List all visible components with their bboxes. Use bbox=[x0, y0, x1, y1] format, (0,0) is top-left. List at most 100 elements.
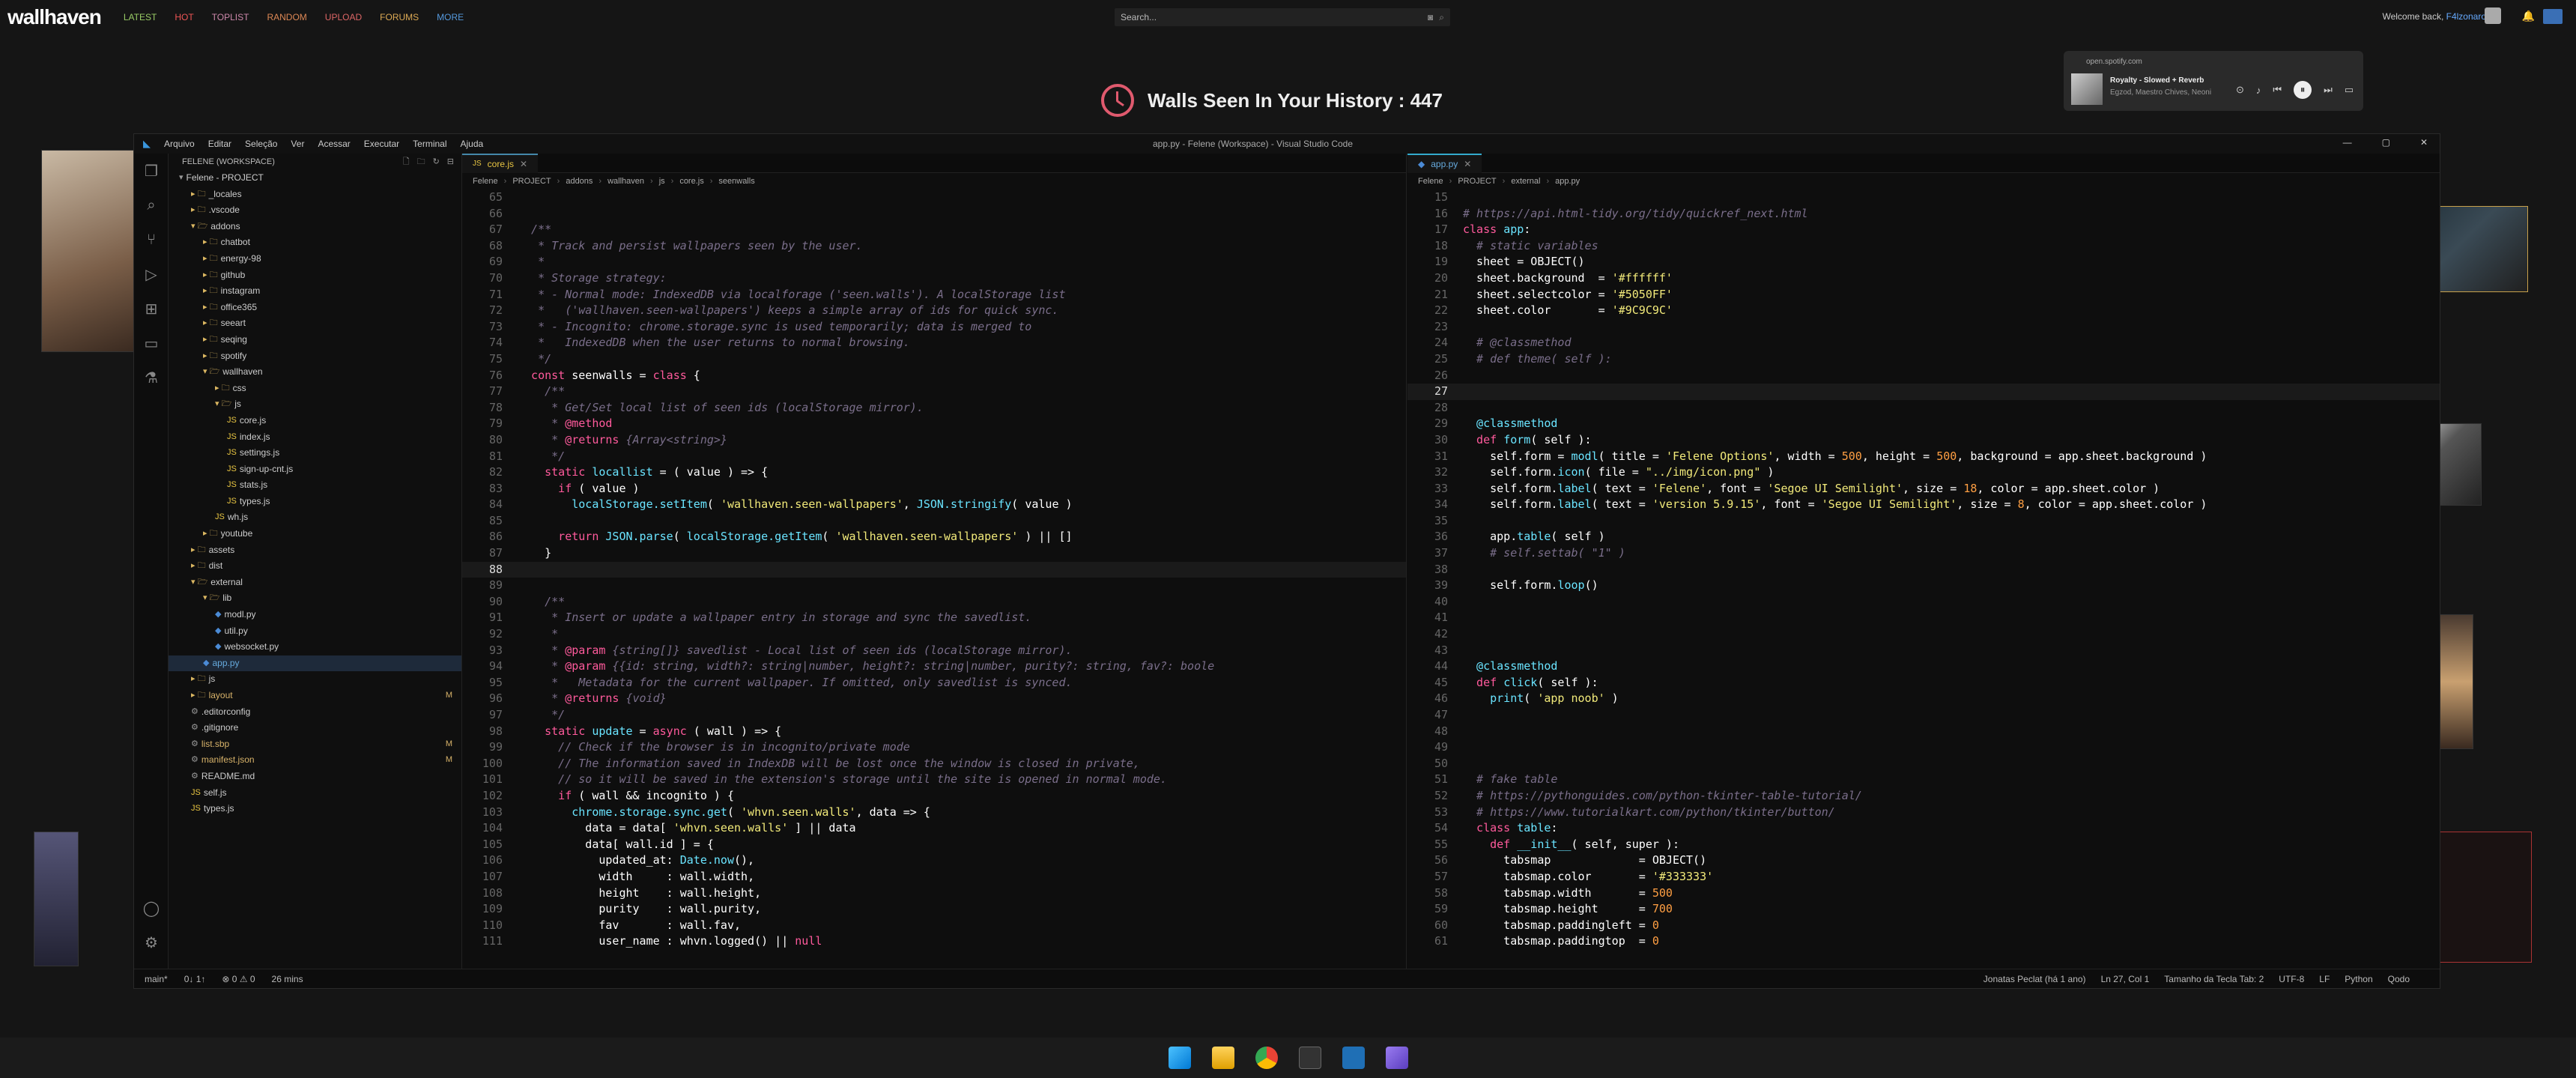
search-icon[interactable]: ⌕ bbox=[1439, 12, 1444, 23]
tree-item[interactable]: ▸ 🗀 _locales bbox=[169, 187, 461, 203]
status-item-right[interactable]: Python bbox=[2345, 974, 2372, 984]
tree-item[interactable]: JS wh.js bbox=[169, 509, 461, 526]
code-area-left[interactable]: 65 66 67 /** 68 * Track and persist wallpap… bbox=[462, 190, 1406, 970]
site-logo[interactable]: wallhaven bbox=[7, 5, 102, 29]
code-area-right[interactable]: 15 16 # https://api.html-tidy.org/tidy/qui… bbox=[1407, 190, 2440, 970]
breadcrumb-item[interactable]: PROJECT bbox=[512, 177, 551, 186]
breadcrumb-item[interactable]: PROJECT bbox=[1458, 177, 1496, 186]
tree-item[interactable]: JS self.js bbox=[169, 785, 461, 802]
tree-item[interactable]: ▸ 🗀 layout M bbox=[169, 688, 461, 704]
breadcrumb-item[interactable]: core.js bbox=[679, 177, 703, 186]
tree-item[interactable]: ⚙ .editorconfig bbox=[169, 704, 461, 721]
menu-2[interactable]: Seleção bbox=[245, 139, 277, 149]
tree-item[interactable]: ▸ 🗀 instagram bbox=[169, 283, 461, 300]
tree-item[interactable]: ⚙ README.md bbox=[169, 769, 461, 785]
search-icon[interactable]: ⌕ bbox=[134, 188, 169, 222]
tree-item[interactable]: ▾ 🗁 addons bbox=[169, 219, 461, 235]
breadcrumb-item[interactable]: Felene bbox=[1418, 177, 1443, 186]
tree-item[interactable]: ◆ websocket.py bbox=[169, 639, 461, 655]
file-explorer-icon[interactable] bbox=[1211, 1047, 1234, 1069]
tree-item[interactable]: JS index.js bbox=[169, 429, 461, 446]
status-item-left[interactable]: 26 mins bbox=[272, 974, 303, 984]
nav-random[interactable]: Random bbox=[267, 12, 306, 22]
nav-hot[interactable]: Hot bbox=[175, 12, 193, 22]
explorer-icon[interactable]: ❐ bbox=[134, 154, 169, 188]
nav-more[interactable]: More bbox=[437, 12, 464, 22]
close-tab-icon[interactable]: ✕ bbox=[520, 159, 527, 169]
chrome-icon[interactable] bbox=[1255, 1047, 1278, 1069]
tree-item[interactable]: ▸ 🗀 assets bbox=[169, 542, 461, 559]
tree-item[interactable]: ▸ 🗀 chatbot bbox=[169, 234, 461, 251]
collapse-icon[interactable]: ⊟ bbox=[447, 154, 454, 170]
menu-3[interactable]: Ver bbox=[291, 139, 304, 149]
tree-item[interactable]: ▸ 🗀 seeart bbox=[169, 315, 461, 332]
notifications-icon[interactable]: 🔔 bbox=[2522, 10, 2535, 22]
testing-icon[interactable]: ⚗ bbox=[134, 360, 169, 395]
username-link[interactable]: F4lzonaro bbox=[2446, 11, 2486, 22]
tree-item[interactable]: ▾ 🗁 external bbox=[169, 575, 461, 591]
search-input[interactable]: Search... ◙ ⌕ bbox=[1115, 8, 1450, 26]
windows-icon[interactable] bbox=[1168, 1047, 1191, 1069]
tree-item[interactable]: ▾ 🗁 wallhaven bbox=[169, 364, 461, 381]
tree-item[interactable]: ▸ 🗀 youtube bbox=[169, 526, 461, 542]
new-file-icon[interactable]: 🗋 bbox=[403, 154, 410, 170]
tree-item[interactable]: ▸ 🗀 office365 bbox=[169, 300, 461, 316]
tree-item[interactable]: ⚙ manifest.json M bbox=[169, 752, 461, 769]
tree-item[interactable]: JS stats.js bbox=[169, 477, 461, 494]
tree-item[interactable]: ▸ 🗀 dist bbox=[169, 558, 461, 575]
settings-gear-icon[interactable]: ⚙ bbox=[134, 925, 169, 960]
tree-item[interactable]: ▸ 🗀 energy-98 bbox=[169, 251, 461, 267]
pause-button[interactable]: ⏸ bbox=[2294, 81, 2312, 99]
tab-app-py[interactable]: ◆ app.py ✕ bbox=[1407, 153, 1482, 173]
nav-forums[interactable]: Forums bbox=[380, 12, 419, 22]
tree-item[interactable]: ◆ util.py bbox=[169, 623, 461, 640]
breadcrumb-item[interactable]: addons bbox=[566, 177, 593, 186]
tree-item[interactable]: JS core.js bbox=[169, 413, 461, 429]
tree-item[interactable]: ▾ 🗁 lib bbox=[169, 590, 461, 607]
previous-icon[interactable]: ⏮ bbox=[2273, 84, 2282, 96]
tree-item[interactable]: ▸ 🗀 github bbox=[169, 267, 461, 284]
messages-icon[interactable] bbox=[2543, 9, 2563, 24]
status-item-right[interactable]: Ln 27, Col 1 bbox=[2101, 974, 2150, 984]
menu-0[interactable]: Arquivo bbox=[164, 139, 195, 149]
source-control-icon[interactable]: ⑂ bbox=[134, 222, 169, 257]
status-item-right[interactable]: Qodo bbox=[2388, 974, 2410, 984]
tab-core-js[interactable]: JS core.js ✕ bbox=[462, 153, 539, 173]
breadcrumb-item[interactable]: seenwalls bbox=[718, 177, 754, 186]
wallpaper-thumb[interactable] bbox=[41, 150, 135, 352]
close-tab-icon[interactable]: ✕ bbox=[1464, 159, 1471, 169]
breadcrumb-item[interactable]: external bbox=[1511, 177, 1540, 186]
obsidian-icon[interactable] bbox=[1385, 1047, 1408, 1069]
nav-toplist[interactable]: Toplist bbox=[212, 12, 249, 22]
tree-item[interactable]: ▾ 🗁 js bbox=[169, 396, 461, 413]
nav-upload[interactable]: Upload bbox=[325, 12, 362, 22]
tree-item[interactable]: ▸ 🗀 seqing bbox=[169, 332, 461, 348]
nav-latest[interactable]: Latest bbox=[124, 12, 157, 22]
breadcrumb-item[interactable]: app.py bbox=[1555, 177, 1580, 186]
camera-icon[interactable]: ◙ bbox=[1428, 12, 1433, 22]
menu-6[interactable]: Terminal bbox=[413, 139, 446, 149]
tree-item[interactable]: ◆ modl.py bbox=[169, 607, 461, 623]
breadcrumb-item[interactable]: wallhaven bbox=[607, 177, 644, 186]
menu-7[interactable]: Ajuda bbox=[461, 139, 484, 149]
user-avatar[interactable] bbox=[2485, 7, 2501, 24]
tree-item[interactable]: ▾ Felene - PROJECT bbox=[169, 170, 461, 187]
tree-item[interactable]: ◆ app.py bbox=[169, 655, 461, 672]
status-item-left[interactable]: 0↓ 1↑ bbox=[184, 974, 206, 984]
close-icon[interactable]: ✕ bbox=[2420, 137, 2428, 148]
tree-item[interactable]: JS types.js bbox=[169, 801, 461, 817]
account-icon[interactable]: ◯ bbox=[134, 891, 169, 925]
minimize-icon[interactable]: — bbox=[2343, 137, 2352, 148]
tree-item[interactable]: ⚙ list.sbp M bbox=[169, 736, 461, 753]
tree-item[interactable]: ⚙ .gitignore bbox=[169, 720, 461, 736]
tree-item[interactable]: JS sign-up-cnt.js bbox=[169, 461, 461, 478]
breadcrumb-item[interactable]: Felene bbox=[473, 177, 498, 186]
menu-4[interactable]: Acessar bbox=[318, 139, 350, 149]
tree-item[interactable]: JS settings.js bbox=[169, 445, 461, 461]
next-icon[interactable]: ⏭ bbox=[2324, 84, 2333, 96]
tree-item[interactable]: ▸ 🗀 spotify bbox=[169, 348, 461, 365]
tree-item[interactable]: JS types.js bbox=[169, 494, 461, 510]
wallpaper-thumb[interactable] bbox=[34, 832, 79, 966]
menu-1[interactable]: Editar bbox=[208, 139, 231, 149]
pip-icon[interactable]: ▭ bbox=[2345, 84, 2354, 96]
